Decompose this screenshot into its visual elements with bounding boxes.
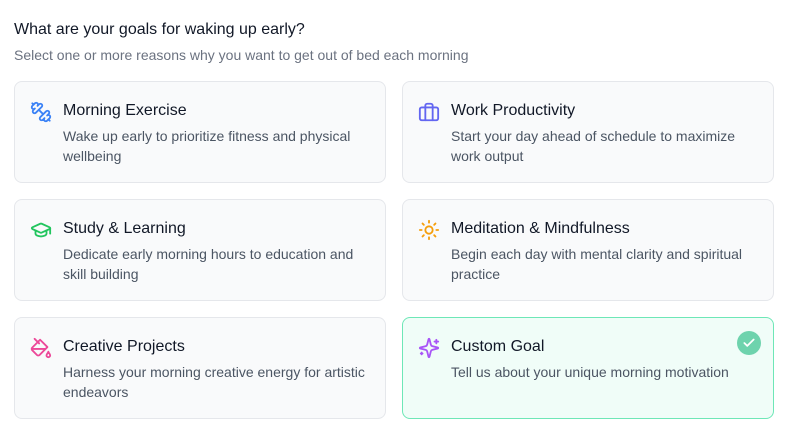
goal-description: Harness your morning creative energy for… — [63, 364, 365, 400]
goal-card-work-productivity[interactable]: Work Productivity Start your day ahead o… — [402, 81, 774, 183]
goal-title: Work Productivity — [451, 102, 576, 119]
goal-title: Morning Exercise — [63, 102, 187, 119]
goal-card-study-learning[interactable]: Study & Learning Dedicate early morning … — [14, 199, 386, 301]
dumbbell-icon — [30, 101, 52, 123]
goal-card-morning-exercise[interactable]: Morning Exercise Wake up early to priori… — [14, 81, 386, 183]
goal-title: Custom Goal — [451, 338, 545, 355]
sun-icon — [418, 219, 440, 241]
paint-bucket-icon — [30, 337, 52, 359]
goal-title: Study & Learning — [63, 220, 186, 237]
goal-description: Begin each day with mental clarity and s… — [451, 246, 743, 282]
page-title: What are your goals for waking up early? — [14, 21, 305, 38]
goal-title: Meditation & Mindfulness — [451, 220, 630, 237]
goal-card-custom-goal[interactable]: Custom Goal Tell us about your unique mo… — [402, 317, 774, 419]
goal-description: Start your day ahead of schedule to maxi… — [451, 128, 736, 164]
goal-options-grid: Morning Exercise Wake up early to priori… — [14, 81, 774, 419]
checkmark-icon — [737, 331, 761, 355]
goal-title: Creative Projects — [63, 338, 185, 355]
goal-card-meditation-mindfulness[interactable]: Meditation & Mindfulness Begin each day … — [402, 199, 774, 301]
graduation-cap-icon — [30, 219, 52, 241]
sparkles-icon — [418, 337, 440, 359]
goal-description: Tell us about your unique morning motiva… — [451, 364, 729, 380]
briefcase-icon — [418, 101, 440, 123]
page-subtitle: Select one or more reasons why you want … — [14, 47, 469, 63]
goal-description: Wake up early to prioritize fitness and … — [63, 128, 351, 164]
goal-description: Dedicate early morning hours to educatio… — [63, 246, 354, 282]
goal-card-creative-projects[interactable]: Creative Projects Harness your morning c… — [14, 317, 386, 419]
